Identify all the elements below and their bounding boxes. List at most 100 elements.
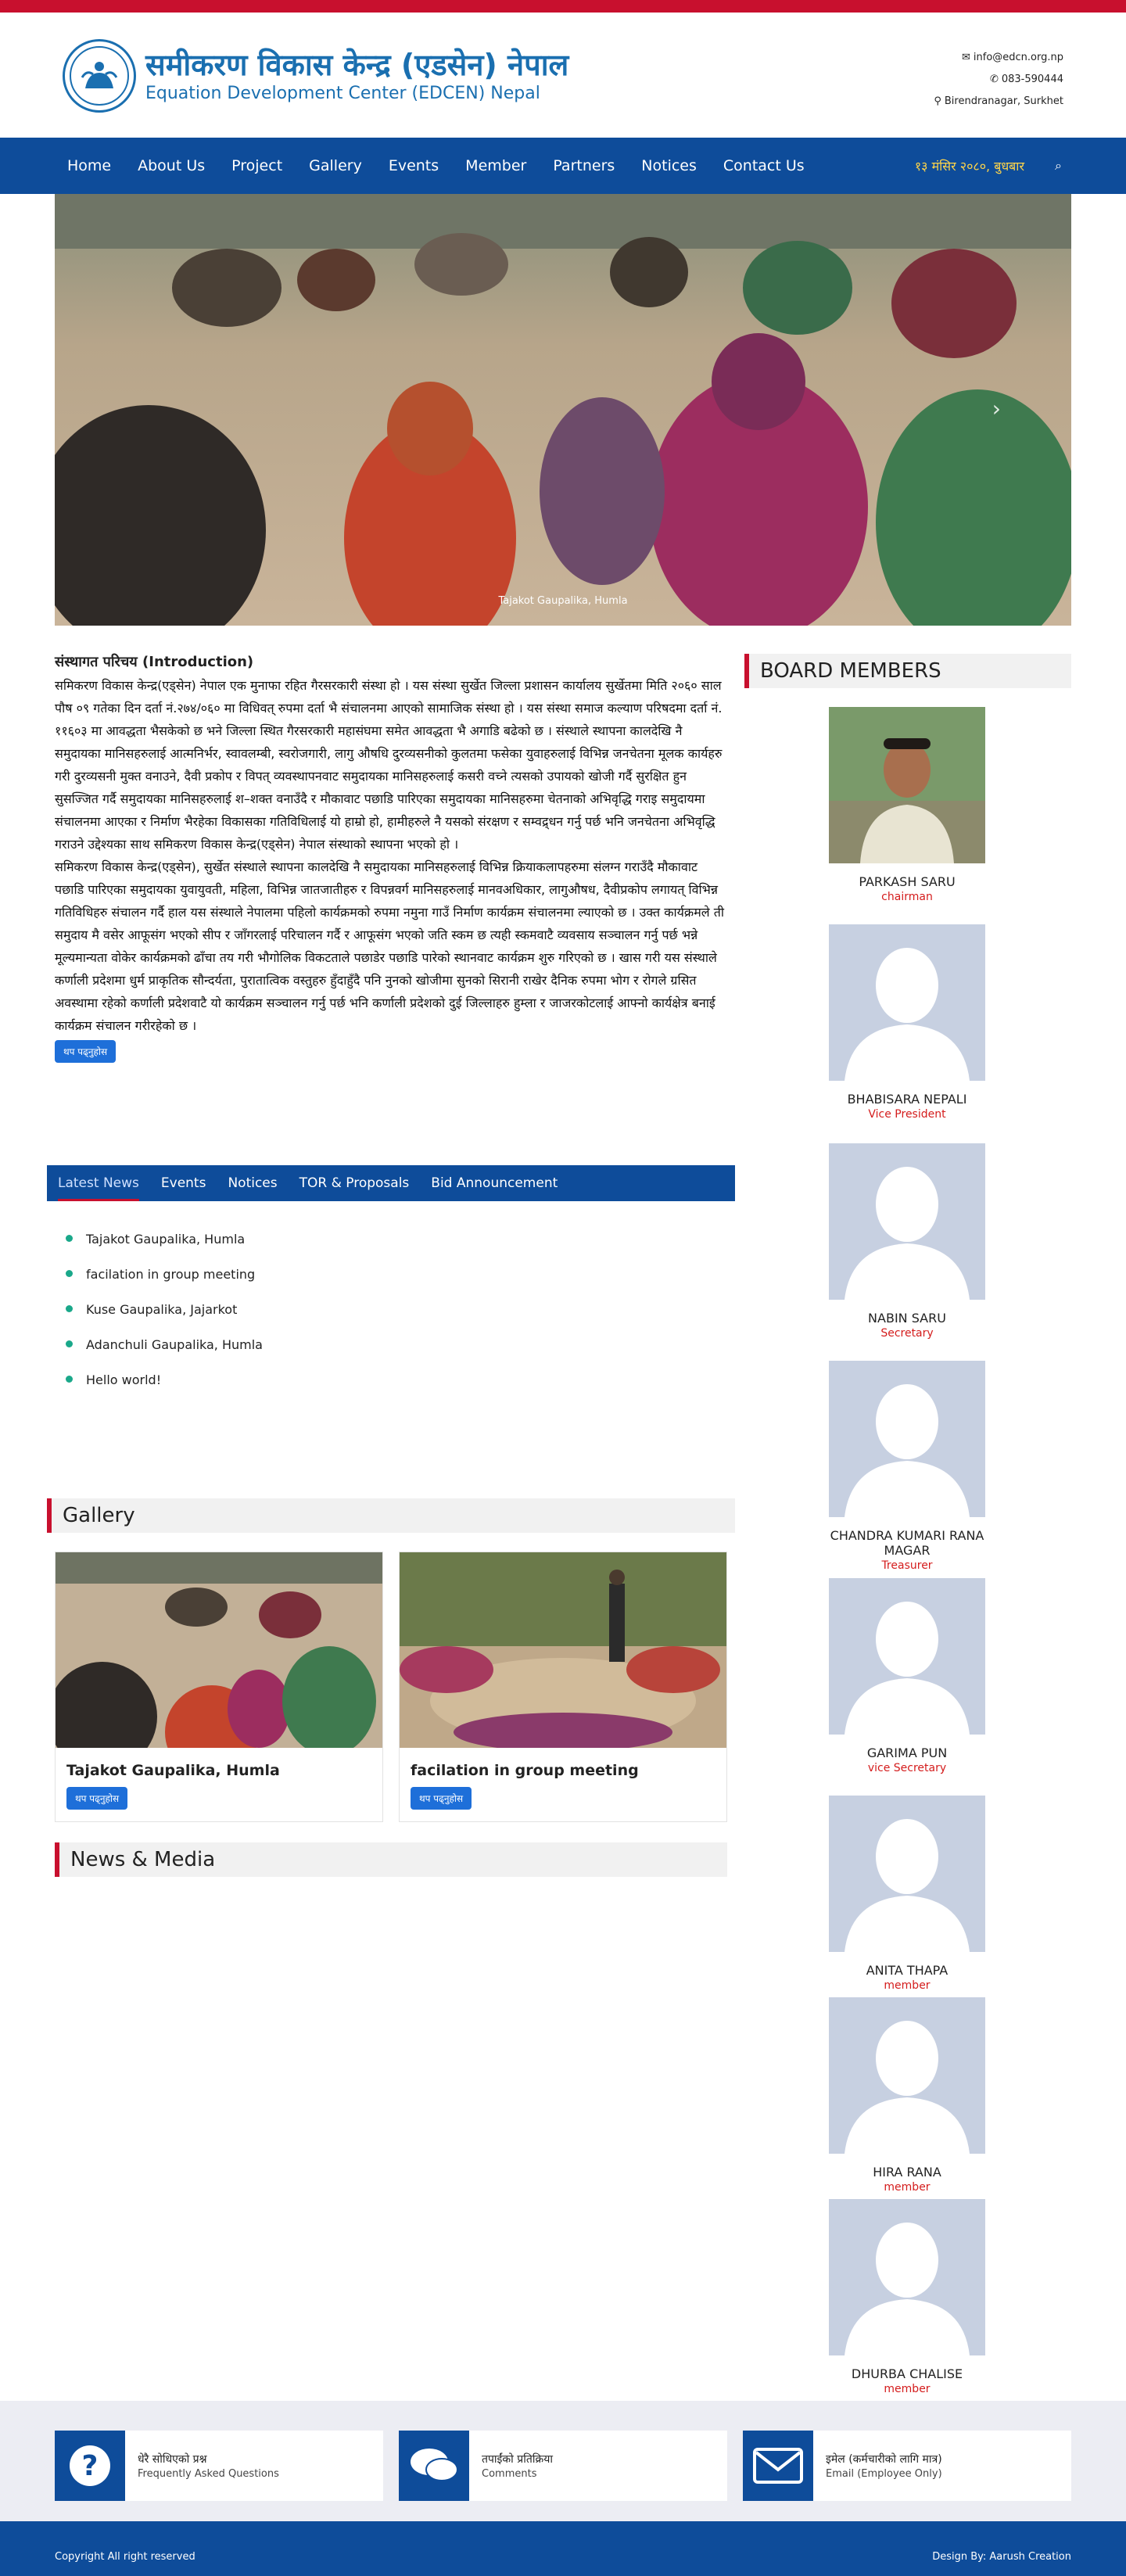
avatar-placeholder-icon [829,1143,985,1300]
avatar-placeholder-icon [829,924,985,1081]
comments-label-english: Comments [482,2468,537,2480]
faq-label-english: Frequently Asked Questions [138,2468,279,2480]
nav-item-project[interactable]: Project [231,157,282,174]
tab-latest-news[interactable]: Latest News [58,1165,139,1201]
gallery-card-image [400,1552,726,1752]
logo-emblem-icon [63,39,136,113]
gallery-read-more-button[interactable]: थप पढ्नुहोस [411,1787,472,1810]
nav-item-about-us[interactable]: About Us [138,157,205,174]
contact-info: ✉ info@edcn.org.np ✆ 083-590444 ⚲ Birendran… [934,47,1063,113]
gallery-card[interactable]: Tajakot Gaupalika, Humla थप पढ्नुहोस [48,1552,383,1822]
avatar-placeholder-icon [829,1361,985,1517]
avatar-placeholder-icon [829,1796,985,1952]
comments-label-nepali: तपाईंको प्रतिक्रिया [482,2453,553,2466]
board-member-card[interactable]: DHURBA CHALISE member [829,2199,985,2395]
board-member-card[interactable]: CHANDRA KUMARI RANA MAGAR Treasurer [829,1361,985,1572]
board-member-card[interactable]: GARIMA PUN vice Secretary [829,1578,985,1774]
news-list-item[interactable]: Adanchuli Gaupalika, Humla [63,1327,263,1362]
news-list-item[interactable]: facilation in group meeting [63,1257,263,1292]
introduction-paragraph-2: समिकरण विकास केन्द्र(एड्सेन), सुर्खेत सं… [55,859,724,1033]
nav-item-partners[interactable]: Partners [553,157,615,174]
board-member-card[interactable]: BHABISARA NEPALI Vice President [829,924,985,1121]
nav-item-gallery[interactable]: Gallery [309,157,362,174]
contact-phone[interactable]: ✆ 083-590444 [934,69,1063,91]
introduction-section: संस्थागत परिचय (Introduction) समिकरण विक… [55,652,727,1063]
latest-news-list: Tajakot Gaupalika, Humla facilation in gr… [63,1222,263,1397]
gallery-card-title: Tajakot Gaupalika, Humla [66,1762,280,1779]
avatar-placeholder-icon [829,1578,985,1735]
board-members-heading: BOARD MEMBERS [744,654,1071,688]
news-list-item[interactable]: Hello world! [63,1362,263,1397]
member-photo [829,707,985,863]
map-marker-icon: ⚲ [934,95,941,107]
svg-text:?: ? [82,2450,99,2482]
member-name: BHABISARA NEPALI [847,1092,967,1107]
nav-item-notices[interactable]: Notices [641,157,697,174]
hero-slide-image [55,194,1071,626]
nav-item-home[interactable]: Home [67,157,111,174]
slide-caption: Tajakot Gaupalika, Humla [498,595,628,607]
hero-slider[interactable]: › Tajakot Gaupalika, Humla [55,194,1071,626]
slider-next-arrow-icon[interactable]: › [992,396,1001,422]
email-icon [743,2431,813,2501]
comments-link[interactable]: तपाईंको प्रतिक्रिया Comments [399,2431,727,2501]
top-accent-bar [0,0,1126,13]
email-label-english: Email (Employee Only) [826,2468,942,2480]
tab-events[interactable]: Events [161,1165,206,1201]
tab-tor-proposals[interactable]: TOR & Proposals [299,1165,410,1201]
tab-notices[interactable]: Notices [228,1165,277,1201]
gallery-heading: Gallery [47,1498,735,1533]
board-member-card[interactable]: PARKASH SARU chairman [829,707,985,903]
phone-icon: ✆ [989,74,999,85]
nav-item-events[interactable]: Events [389,157,439,174]
member-name: HIRA RANA [873,2165,941,2180]
member-role: Vice President [868,1108,946,1121]
main-navigation: Home About Us Project Gallery Events Member Pa… [0,138,1126,194]
footer-links-band: ? धेरै सोधिएको प्रश्न Frequently Asked Q… [0,2401,1126,2521]
contact-email[interactable]: ✉ info@edcn.org.np [934,47,1063,69]
envelope-icon: ✉ [961,52,970,63]
member-role: member [884,2181,931,2194]
email-label-nepali: इमेल (कर्मचारीको लागि मात्र) [826,2453,942,2466]
faq-link[interactable]: ? धेरै सोधिएको प्रश्न Frequently Asked Q… [55,2431,383,2501]
member-role: vice Secretary [867,1762,947,1774]
contact-address: ⚲ Birendranagar, Surkhet [934,95,1063,107]
board-member-card[interactable]: HIRA RANA member [829,1997,985,2194]
board-member-card[interactable]: ANITA THAPA member [829,1796,985,1992]
member-role: member [884,1979,931,1992]
read-more-button[interactable]: थप पढ्नुहोस [55,1040,117,1063]
member-role: chairman [881,891,933,903]
faq-label-nepali: धेरै सोधिएको प्रश्न [138,2453,207,2466]
gallery-read-more-button[interactable]: थप पढ्नुहोस [66,1787,128,1810]
member-name: PARKASH SARU [859,874,956,889]
introduction-heading: संस्थागत परिचय (Introduction) [55,654,254,670]
gallery-card-title: facilation in group meeting [411,1762,639,1779]
news-list-item[interactable]: Tajakot Gaupalika, Humla [63,1222,263,1257]
news-list-item[interactable]: Kuse Gaupalika, Jajarkot [63,1292,263,1327]
introduction-paragraph-1: समिकरण विकास केन्द्र(एड्सेन) नेपाल एक मु… [55,678,723,852]
gallery-card[interactable]: facilation in group meeting थप पढ्नुहोस [399,1552,727,1822]
news-media-heading: News & Media [55,1842,727,1877]
search-icon[interactable]: ⌕ [1055,158,1062,174]
site-header: समीकरण विकास केन्द्र (एडसेन) नेपाल Equat… [0,13,1126,138]
member-role: Treasurer [881,1559,933,1572]
member-name: ANITA THAPA [866,1963,948,1978]
site-title-english: Equation Development Center (EDCEN) Nepa… [145,84,540,103]
comments-icon [399,2431,469,2501]
tab-bid-announcement[interactable]: Bid Announcement [431,1165,558,1201]
nav-item-member[interactable]: Member [465,157,526,174]
employee-email-link[interactable]: इमेल (कर्मचारीको लागि मात्र) Email (Empl… [743,2431,1071,2501]
member-role: member [884,2383,931,2395]
avatar-placeholder-icon [829,1997,985,2154]
nav-item-contact-us[interactable]: Contact Us [723,157,805,174]
board-member-card[interactable]: NABIN SARU Secretary [829,1143,985,1340]
site-logo[interactable]: समीकरण विकास केन्द्र (एडसेन) नेपाल Equat… [63,39,568,113]
page: समीकरण विकास केन्द्र (एडसेन) नेपाल Equat… [0,0,1126,2576]
bottom-bar: Copyright All right reserved Design By: … [0,2521,1126,2576]
news-tabs: Latest News Events Notices TOR & Proposals B… [47,1165,735,1201]
member-name: NABIN SARU [868,1311,946,1326]
site-title-nepali: समीकरण विकास केन्द्र (एडसेन) नेपाल [145,48,569,82]
designer-credit[interactable]: Design By: Aarush Creation [932,2551,1071,2563]
nepali-date: १३ मंसिर २०८०, बुधबार [914,159,1024,174]
copyright-text: Copyright All right reserved [55,2551,195,2563]
